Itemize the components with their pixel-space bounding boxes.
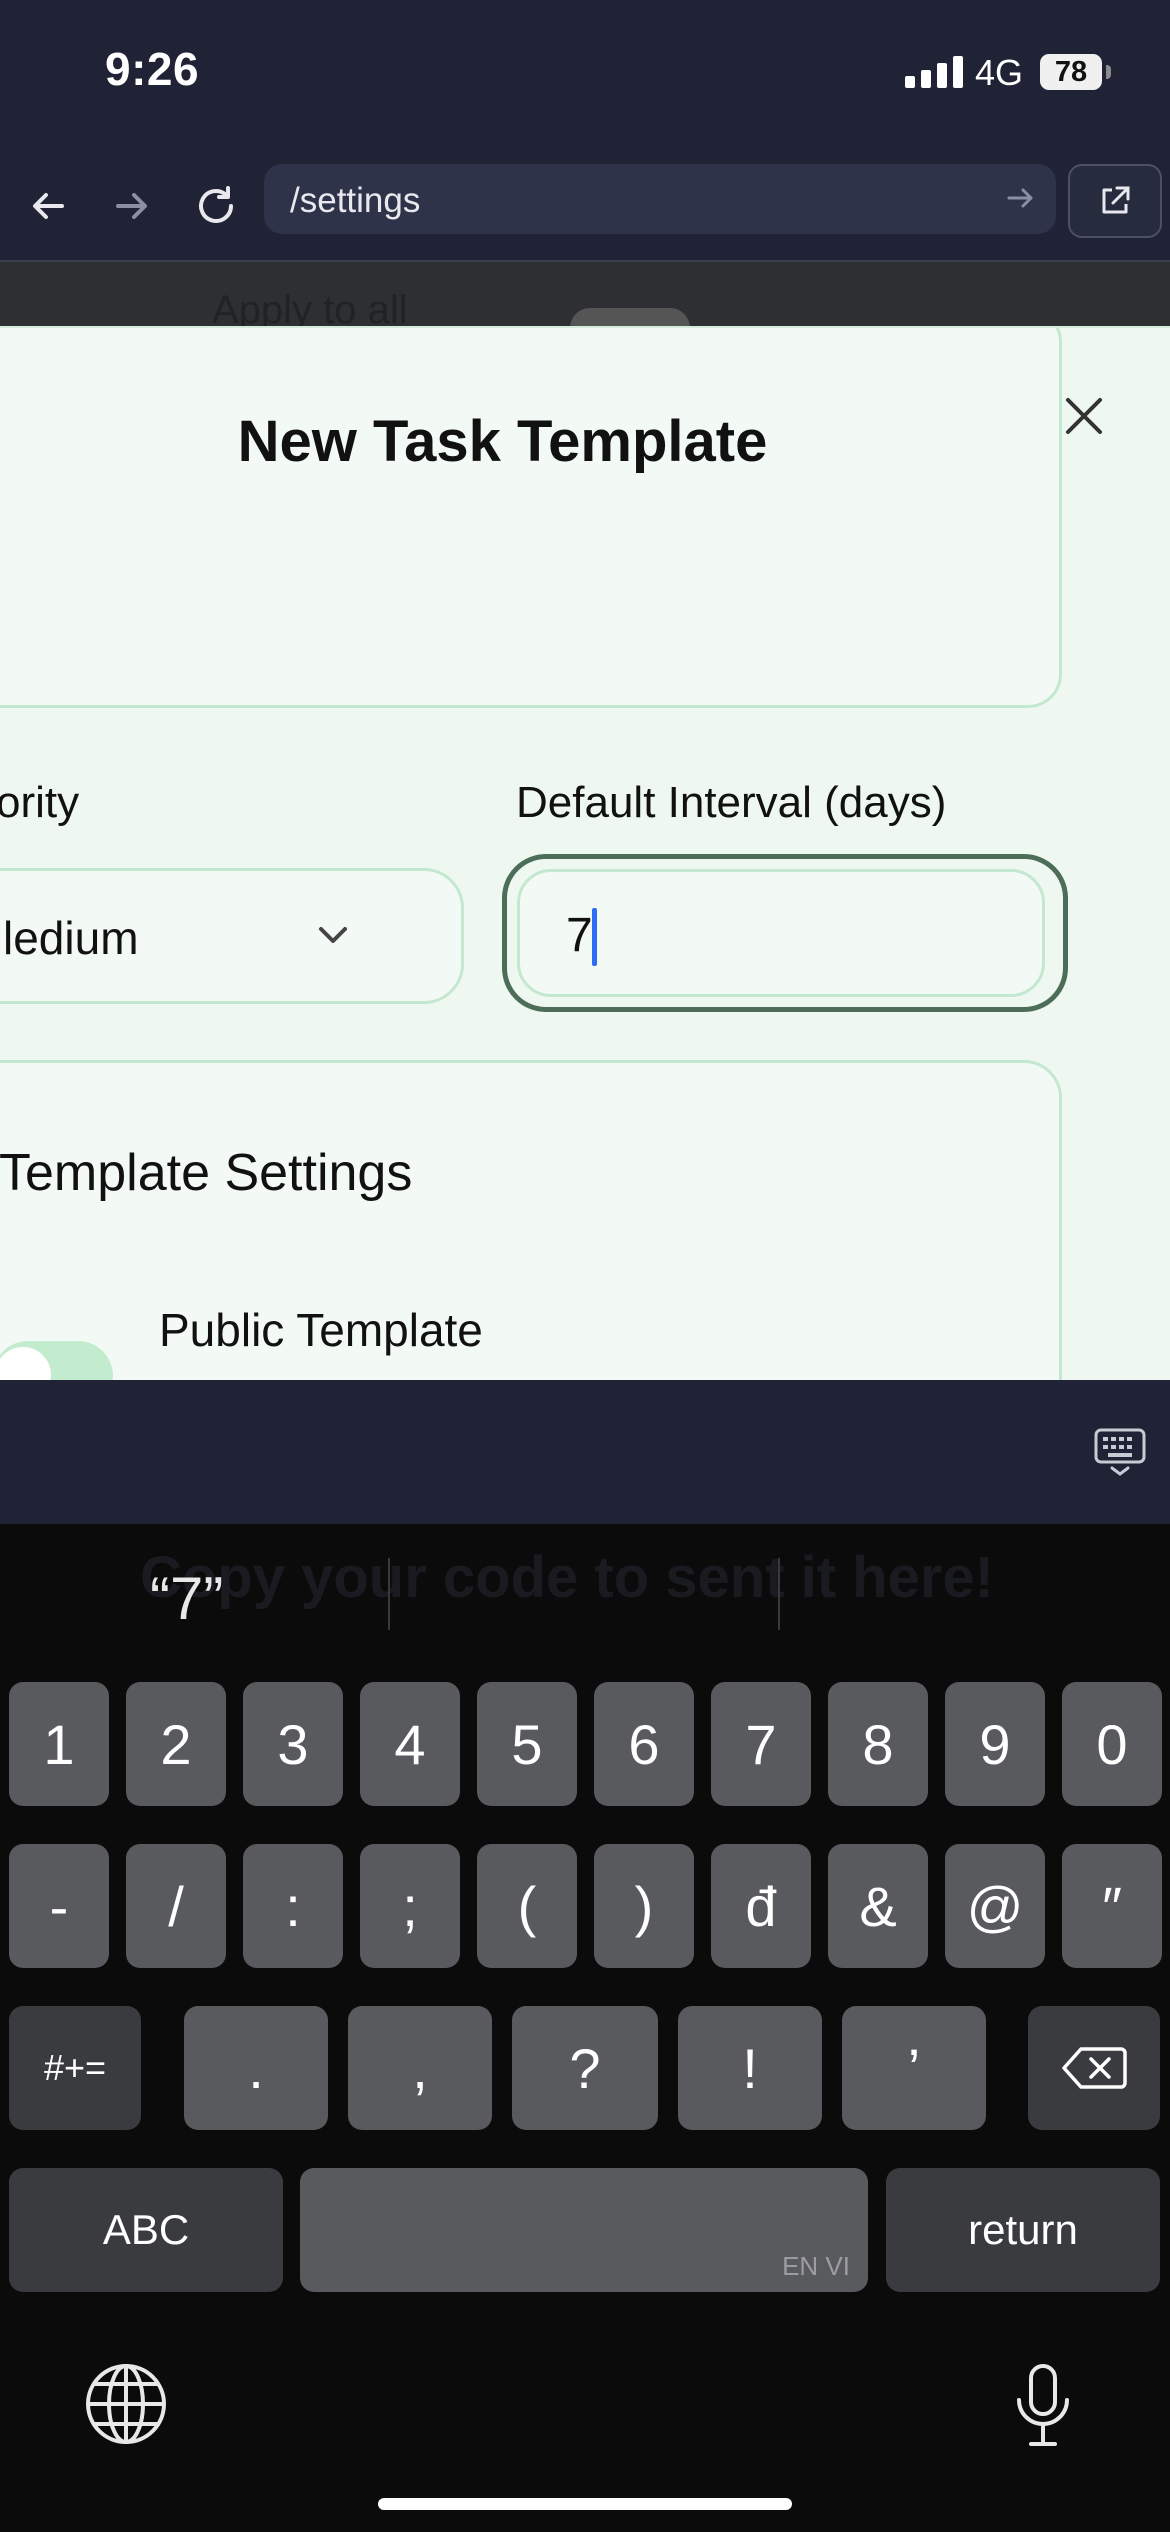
interval-input[interactable]: 7	[517, 869, 1045, 997]
key-8[interactable]: 8	[828, 1682, 928, 1806]
key-comma[interactable]: ,	[348, 2006, 492, 2130]
keyboard-accessory-bar	[0, 1380, 1170, 1524]
browser-toolbar: /settings	[0, 150, 1170, 262]
key-ampersand[interactable]: &	[828, 1844, 928, 1968]
background-toggle	[570, 308, 690, 328]
url-bar[interactable]: /settings	[264, 164, 1056, 234]
network-type: 4G	[975, 52, 1024, 93]
public-template-toggle[interactable]	[0, 1341, 113, 1382]
key-4[interactable]: 4	[360, 1682, 460, 1806]
key-more-symbols[interactable]: #+=	[9, 2006, 141, 2130]
space-bar[interactable]: EN VI	[300, 2168, 868, 2292]
priority-value: ledium	[3, 912, 139, 964]
description-field[interactable]	[0, 328, 1062, 708]
reload-icon[interactable]	[188, 178, 244, 234]
background-page: Apply to all	[0, 262, 1170, 328]
background-text: Apply to all	[212, 288, 408, 328]
text-caret	[592, 908, 597, 966]
suggestion-text[interactable]: “7”	[150, 1564, 223, 1633]
key-close-paren[interactable]: )	[594, 1844, 694, 1968]
template-settings-title: Template Settings	[0, 1144, 413, 1202]
key-5[interactable]: 5	[477, 1682, 577, 1806]
priority-select[interactable]: ledium	[0, 868, 464, 1004]
battery-icon: 78	[1040, 54, 1102, 90]
status-bar: 9:26 4G 78	[0, 0, 1170, 150]
url-text: /settings	[290, 181, 421, 220]
key-apostrophe[interactable]: ’	[842, 2006, 986, 2130]
battery-cap	[1106, 65, 1111, 79]
key-exclamation[interactable]: !	[678, 2006, 822, 2130]
key-at[interactable]: @	[945, 1844, 1045, 1968]
key-period[interactable]: .	[184, 2006, 328, 2130]
status-time: 9:26	[105, 43, 200, 95]
globe-icon[interactable]	[84, 2362, 168, 2451]
key-dong[interactable]: đ	[711, 1844, 811, 1968]
template-settings-section: Template Settings Public Template	[0, 1060, 1062, 1382]
key-2[interactable]: 2	[126, 1682, 226, 1806]
keyboard-dismiss-icon[interactable]	[1092, 1422, 1148, 1483]
key-question[interactable]: ?	[512, 2006, 658, 2130]
key-slash[interactable]: /	[126, 1844, 226, 1968]
key-abc[interactable]: ABC	[9, 2168, 283, 2292]
key-open-paren[interactable]: (	[477, 1844, 577, 1968]
suggestion-divider	[778, 1558, 780, 1630]
key-hyphen[interactable]: -	[9, 1844, 109, 1968]
delete-icon[interactable]	[1028, 2006, 1160, 2130]
key-9[interactable]: 9	[945, 1682, 1045, 1806]
priority-label: ority	[0, 778, 80, 827]
close-icon[interactable]	[1058, 390, 1110, 442]
interval-label: Default Interval (days)	[516, 778, 947, 827]
chevron-down-icon	[313, 915, 353, 960]
back-arrow-icon[interactable]	[20, 178, 76, 234]
key-6[interactable]: 6	[594, 1682, 694, 1806]
task-template-modal: New Task Template ority ledium Default I…	[0, 326, 1170, 1382]
suggestion-divider	[388, 1558, 390, 1630]
key-3[interactable]: 3	[243, 1682, 343, 1806]
key-quote[interactable]: ″	[1062, 1844, 1162, 1968]
forward-arrow-icon[interactable]	[104, 178, 160, 234]
key-1[interactable]: 1	[9, 1682, 109, 1806]
key-semicolon[interactable]: ;	[360, 1844, 460, 1968]
external-link-icon[interactable]	[1068, 164, 1162, 238]
microphone-icon[interactable]	[1012, 2362, 1074, 2453]
modal-title: New Task Template	[237, 409, 768, 474]
home-indicator	[378, 2498, 792, 2510]
key-colon[interactable]: :	[243, 1844, 343, 1968]
key-0[interactable]: 0	[1062, 1682, 1162, 1806]
on-screen-keyboard: Copy your code to sent it here! “7” 1 2 …	[0, 1524, 1170, 2532]
public-template-label: Public Template	[159, 1304, 483, 1356]
key-7[interactable]: 7	[711, 1682, 811, 1806]
ghost-text: Copy your code to sent it here!	[140, 1545, 994, 1610]
signal-icon	[905, 56, 963, 88]
toggle-knob	[0, 1347, 51, 1382]
interval-focus-ring: 7	[502, 854, 1068, 1012]
space-language-label: EN VI	[782, 2251, 850, 2281]
interval-value: 7	[566, 909, 593, 962]
go-arrow-icon[interactable]	[1004, 181, 1038, 220]
key-return[interactable]: return	[886, 2168, 1160, 2292]
